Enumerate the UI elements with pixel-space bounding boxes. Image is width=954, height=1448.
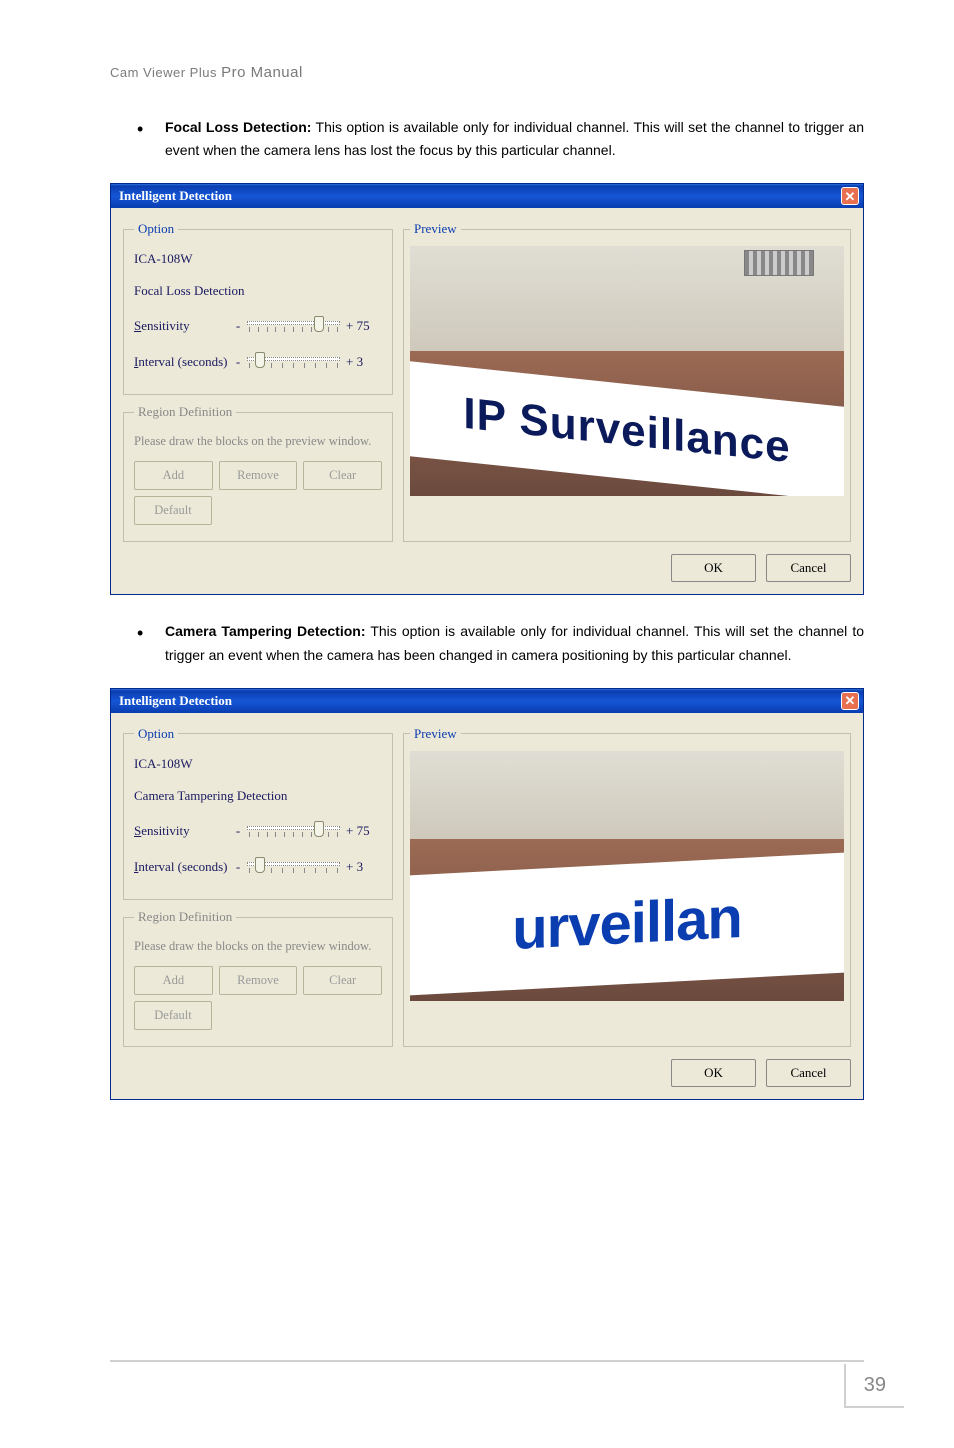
interval-slider[interactable] — [247, 348, 340, 376]
dialog-title: Intelligent Detection — [119, 185, 232, 207]
region-legend: Region Definition — [134, 906, 236, 928]
bullet-list-2: Camera Tampering Detection: This option … — [110, 620, 864, 668]
region-legend: Region Definition — [134, 401, 236, 423]
sensitivity-row: Sensitivity - + 75 — [134, 817, 382, 845]
add-button[interactable]: Add — [134, 966, 213, 995]
sensitivity-slider[interactable] — [247, 817, 340, 845]
titlebar: Intelligent Detection ✕ — [111, 184, 863, 208]
ok-button[interactable]: OK — [671, 1059, 756, 1087]
add-button[interactable]: Add — [134, 461, 213, 490]
vent-icon — [744, 250, 814, 276]
interval-slider[interactable] — [247, 853, 340, 881]
interval-value: + 3 — [346, 351, 382, 373]
sensitivity-slider[interactable] — [247, 312, 340, 340]
interval-row: Interval (seconds) - + 3 — [134, 348, 382, 376]
camera-name: ICA-108W — [134, 753, 382, 775]
intelligent-detection-dialog-1: Intelligent Detection ✕ Option ICA-108W … — [110, 183, 864, 595]
cancel-button[interactable]: Cancel — [766, 554, 851, 582]
preview-legend: Preview — [410, 218, 461, 240]
interval-row: Interval (seconds) - + 3 — [134, 853, 382, 881]
product-name: Cam Viewer Plus — [110, 65, 217, 80]
page-number: 39 — [844, 1364, 904, 1408]
region-instruction: Please draw the blocks on the preview wi… — [134, 936, 382, 957]
page-footer: 39 — [110, 1360, 864, 1408]
preview-image[interactable]: IP Surveillance — [410, 246, 844, 496]
dialog-title: Intelligent Detection — [119, 690, 232, 712]
preview-legend: Preview — [410, 723, 461, 745]
default-button[interactable]: Default — [134, 496, 212, 525]
remove-button[interactable]: Remove — [219, 461, 298, 490]
detection-mode: Focal Loss Detection — [134, 280, 382, 302]
option-legend: Option — [134, 723, 178, 745]
sensitivity-value: + 75 — [346, 820, 382, 842]
preview-banner-text: urveillan — [410, 852, 844, 995]
region-panel: Region Definition Please draw the blocks… — [123, 401, 393, 542]
close-icon[interactable]: ✕ — [841, 187, 859, 205]
focal-loss-bullet: Focal Loss Detection: This option is ava… — [165, 116, 864, 164]
region-panel: Region Definition Please draw the blocks… — [123, 906, 393, 1047]
sensitivity-row: Sensitivity - + 75 — [134, 312, 382, 340]
tampering-heading: Camera Tampering Detection: — [165, 623, 365, 639]
preview-panel: Preview urveillan — [403, 723, 851, 1047]
tampering-bullet: Camera Tampering Detection: This option … — [165, 620, 864, 668]
interval-value: + 3 — [346, 856, 382, 878]
clear-button[interactable]: Clear — [303, 461, 382, 490]
option-panel: Option ICA-108W Focal Loss Detection Sen… — [123, 218, 393, 395]
remove-button[interactable]: Remove — [219, 966, 298, 995]
close-icon[interactable]: ✕ — [841, 692, 859, 710]
ok-button[interactable]: OK — [671, 554, 756, 582]
region-instruction: Please draw the blocks on the preview wi… — [134, 431, 382, 452]
preview-panel: Preview IP Surveillance — [403, 218, 851, 542]
camera-name: ICA-108W — [134, 248, 382, 270]
clear-button[interactable]: Clear — [303, 966, 382, 995]
focal-loss-heading: Focal Loss Detection: — [165, 119, 311, 135]
titlebar: Intelligent Detection ✕ — [111, 689, 863, 713]
cancel-button[interactable]: Cancel — [766, 1059, 851, 1087]
preview-image[interactable]: urveillan — [410, 751, 844, 1001]
product-suffix: Pro Manual — [221, 64, 303, 81]
intelligent-detection-dialog-2: Intelligent Detection ✕ Option ICA-108W … — [110, 688, 864, 1100]
option-panel: Option ICA-108W Camera Tampering Detecti… — [123, 723, 393, 900]
default-button[interactable]: Default — [134, 1001, 212, 1030]
sensitivity-value: + 75 — [346, 315, 382, 337]
bullet-list: Focal Loss Detection: This option is ava… — [110, 116, 864, 164]
detection-mode: Camera Tampering Detection — [134, 785, 382, 807]
option-legend: Option — [134, 218, 178, 240]
document-header: Cam Viewer Plus Pro Manual — [110, 60, 864, 86]
